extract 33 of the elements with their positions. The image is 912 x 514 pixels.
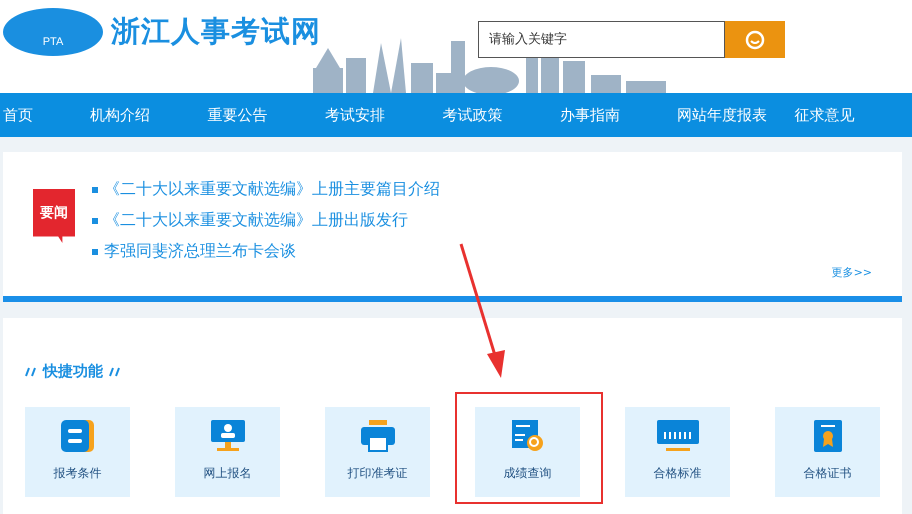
ruler-monitor-icon (656, 419, 700, 453)
nav-link[interactable]: 办事指南 (560, 93, 678, 137)
slash-icon (25, 366, 37, 376)
nav-link[interactable]: 重要公告 (208, 93, 325, 137)
monitor-user-icon (210, 419, 246, 453)
search-icon (744, 28, 766, 50)
nav-link[interactable]: 考试安排 (324, 93, 442, 137)
news-badge: 要闻 (33, 189, 75, 243)
quick-tile[interactable]: 报考条件 (25, 407, 130, 497)
quick-tile[interactable]: 成绩查询 (475, 407, 580, 497)
site-name: 浙江人事考试网 (111, 13, 321, 50)
search-button[interactable] (725, 21, 785, 58)
quick-tile[interactable]: 合格标准 (625, 407, 730, 497)
stacked-blocks-icon (60, 419, 96, 453)
more-link[interactable]: 更多>> (832, 265, 872, 280)
nav-link[interactable]: 首页 (3, 93, 90, 137)
nav-link[interactable]: 征求意见 (794, 93, 912, 137)
printer-icon (360, 419, 396, 453)
slash-icon (109, 366, 121, 376)
quick-tile[interactable]: 网上报名 (175, 407, 280, 497)
nav-link[interactable]: 机构介绍 (90, 93, 208, 137)
news-link[interactable]: 李强同斐济总理兰布卡会谈 (92, 241, 440, 262)
nav-link[interactable]: 网站年度报表 (677, 93, 795, 137)
certificate-icon (812, 419, 842, 453)
quick-tile[interactable]: 合格证书 (775, 407, 880, 497)
news-link[interactable]: 《二十大以来重要文献选编》上册主要篇目介绍 (92, 179, 440, 200)
score-search-icon (510, 419, 546, 453)
search-field[interactable]: 请输入关键字 (478, 21, 725, 58)
news-link[interactable]: 《二十大以来重要文献选编》上册出版发行 (92, 210, 440, 231)
nav-link[interactable]: 考试政策 (442, 93, 560, 137)
logo-text: PTA (42, 36, 64, 48)
section-title: 快捷功能 (43, 362, 103, 381)
quick-tile[interactable]: 打印准考证 (325, 407, 430, 497)
